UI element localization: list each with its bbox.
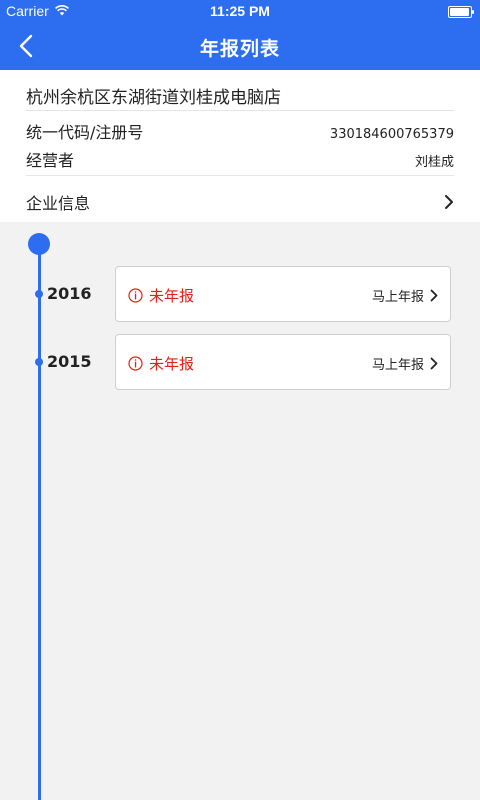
report-status-label: 未年报 — [149, 287, 195, 305]
info-circle-icon — [128, 288, 143, 303]
year-label: 2015 — [47, 352, 92, 371]
operator-row: 经营者 刘桂成 — [26, 147, 454, 171]
nav-bar: 年报列表 — [0, 22, 480, 70]
report-now-action[interactable]: 马上年报 — [372, 286, 438, 305]
battery-icon — [448, 6, 474, 18]
chevron-right-icon — [430, 357, 438, 370]
year-label: 2016 — [47, 284, 92, 303]
company-info-card: 杭州余杭区东湖街道刘桂成电脑店 统一代码/注册号 330184600765379… — [0, 70, 480, 222]
timeline-dot — [35, 290, 43, 298]
report-status: 未年报 — [128, 353, 194, 374]
chevron-right-icon — [445, 195, 453, 209]
report-now-label: 马上年报 — [371, 290, 424, 305]
code-row: 统一代码/注册号 330184600765379 — [26, 119, 454, 143]
timeline-dot — [35, 358, 43, 366]
timeline-start-dot — [28, 233, 50, 255]
chevron-right-icon — [430, 289, 438, 302]
code-value: 330184600765379 — [329, 127, 454, 142]
status-time: 11:25 PM — [210, 3, 270, 19]
enterprise-info-label: 企业信息 — [26, 194, 91, 213]
divider — [26, 110, 454, 111]
report-now-label: 马上年报 — [371, 358, 424, 373]
info-circle-icon — [128, 356, 143, 371]
screen: Carrier 11:25 PM 年报列表 杭州余杭区东湖街道刘桂成电脑店 统一… — [0, 0, 480, 800]
timeline-line — [38, 244, 41, 800]
report-status: 未年报 — [128, 285, 194, 306]
annual-report-card[interactable]: 未年报 马上年报 — [115, 266, 451, 322]
battery-level — [450, 8, 469, 16]
company-name: 杭州余杭区东湖街道刘桂成电脑店 — [26, 88, 281, 108]
divider — [26, 175, 454, 176]
report-status-label: 未年报 — [149, 355, 195, 373]
report-now-action[interactable]: 马上年报 — [372, 354, 438, 373]
page-title: 年报列表 — [199, 38, 280, 60]
status-bar: Carrier 11:25 PM — [0, 0, 480, 22]
operator-value: 刘桂成 — [414, 155, 454, 170]
operator-label: 经营者 — [26, 151, 75, 170]
annual-report-card[interactable]: 未年报 马上年报 — [115, 334, 451, 390]
code-label: 统一代码/注册号 — [26, 123, 144, 142]
enterprise-info-row[interactable]: 企业信息 — [26, 190, 454, 214]
